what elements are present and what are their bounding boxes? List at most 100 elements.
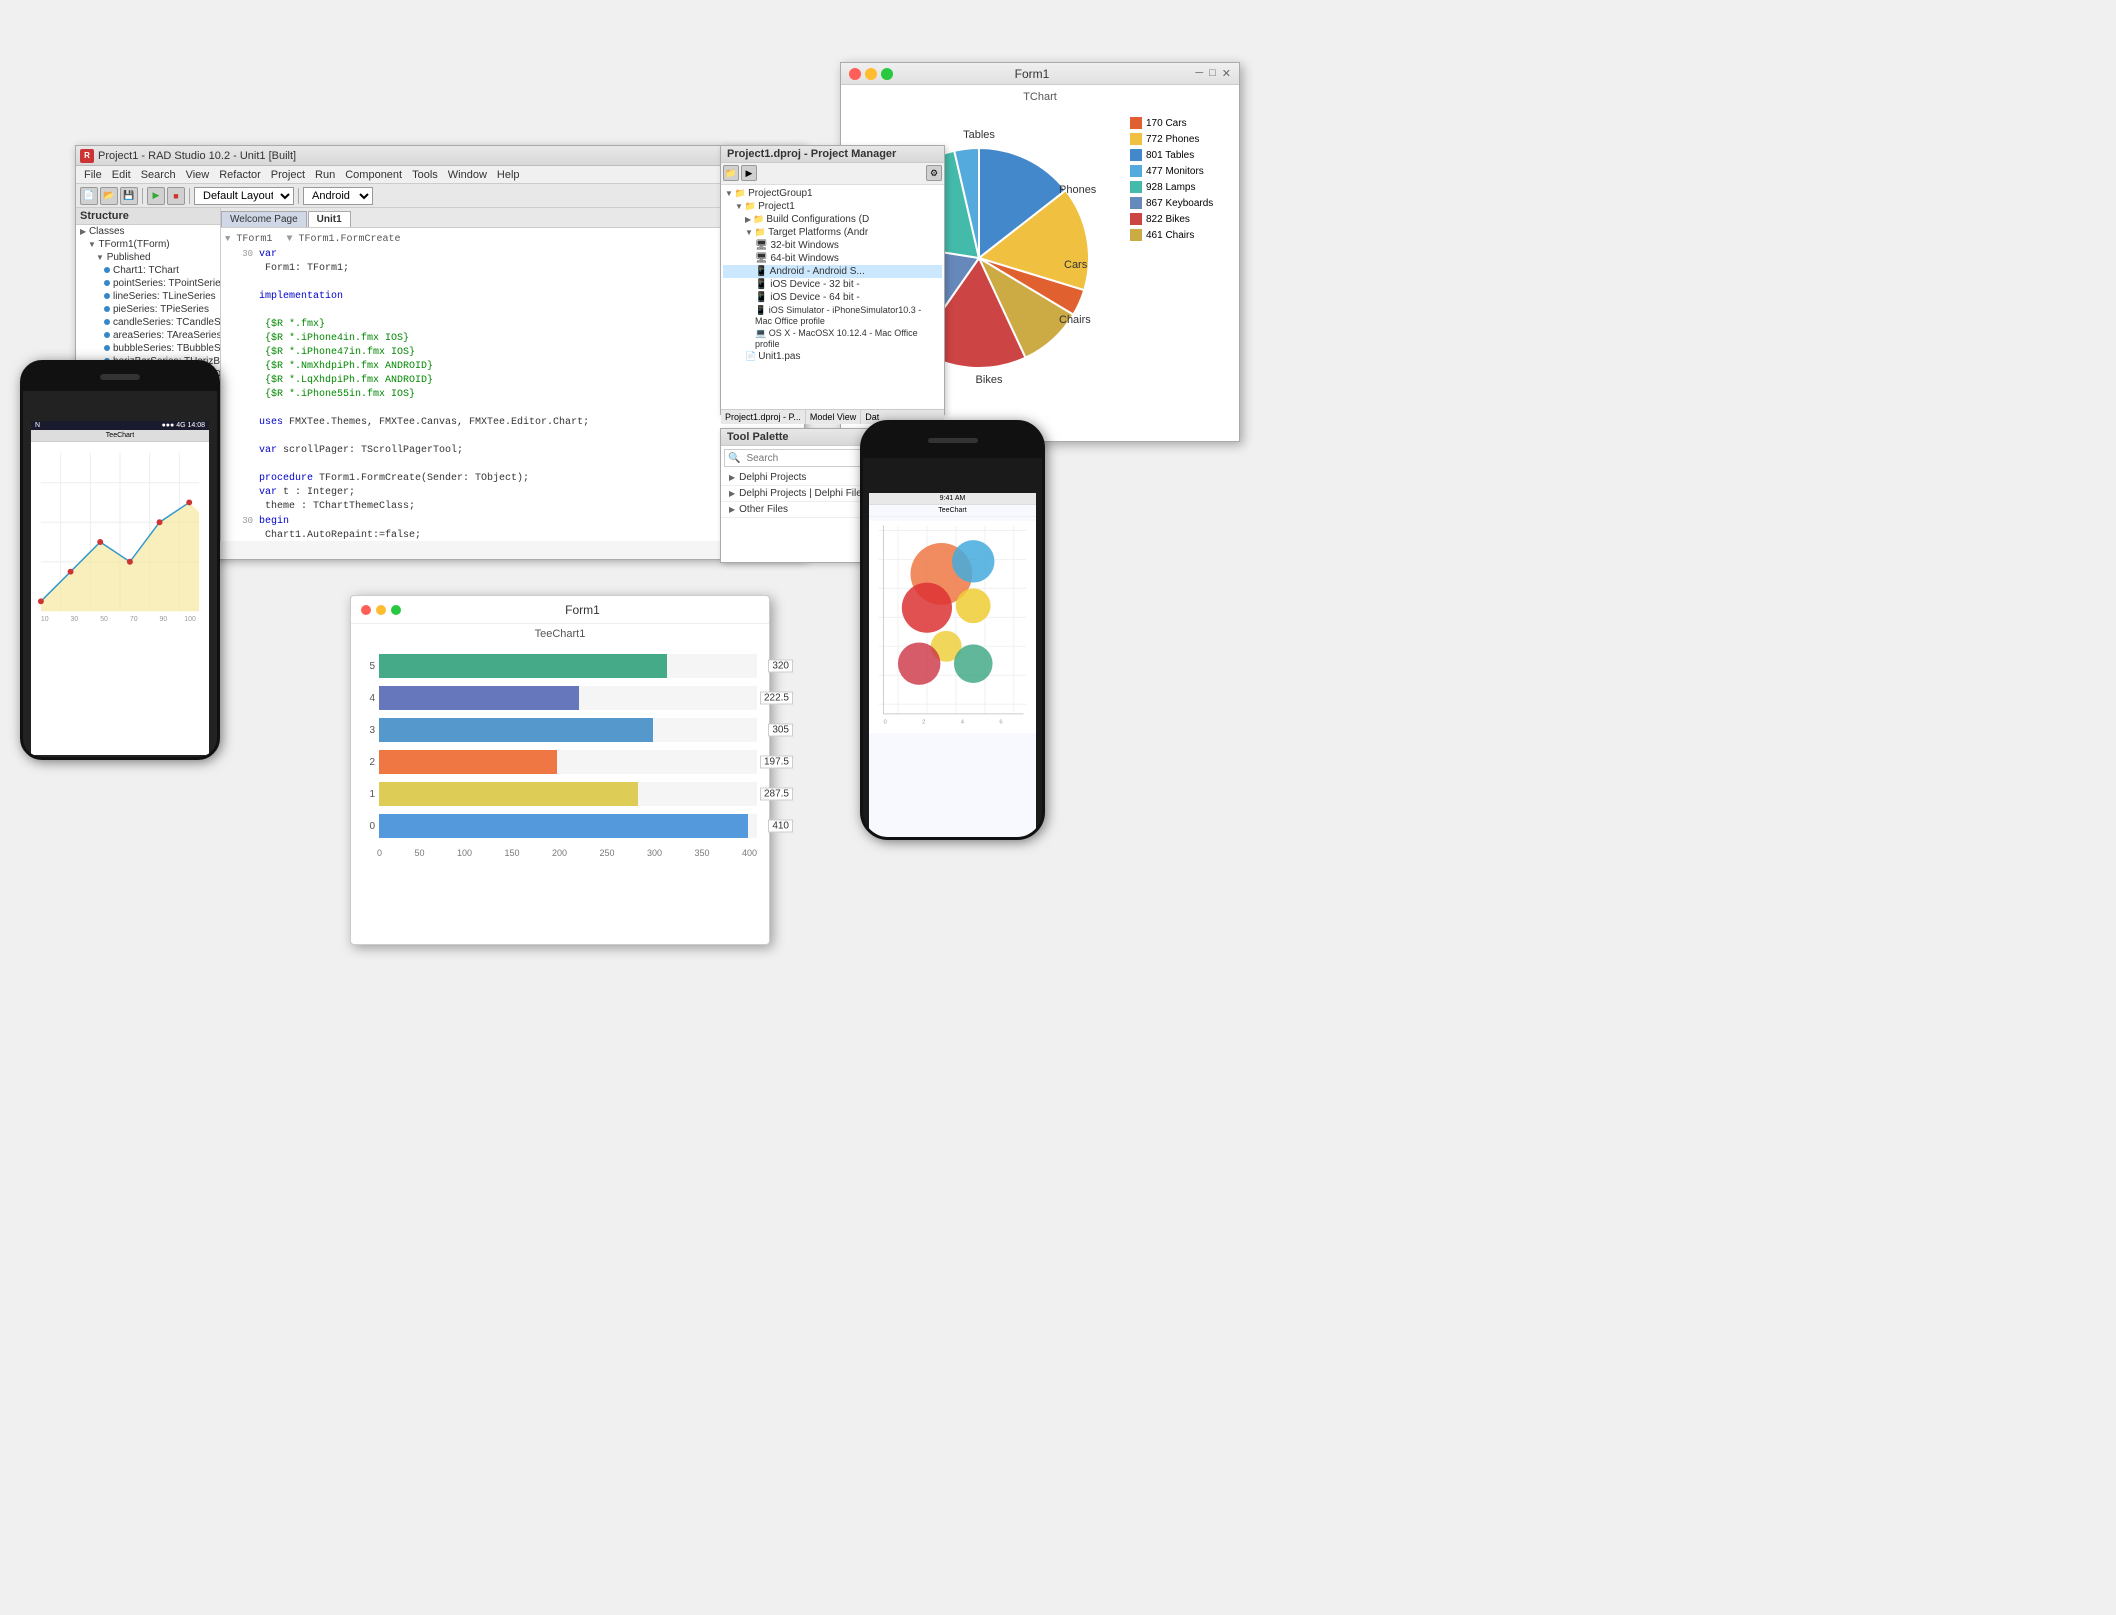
axis-400: 400 <box>742 848 757 858</box>
svg-text:50: 50 <box>100 616 108 623</box>
menu-help[interactable]: Help <box>493 169 524 181</box>
menu-component[interactable]: Component <box>341 169 406 181</box>
pm-item-win32[interactable]: 🖥 32-bit Windows <box>723 239 942 252</box>
phone-signal: ●●● 4G 14:08 <box>162 422 205 429</box>
toolbar-open[interactable]: 📂 <box>100 187 118 205</box>
legend-item-lamps: 928 Lamps <box>1130 181 1227 193</box>
pm-item-0[interactable]: ▼📁 ProjectGroup1 <box>723 187 942 200</box>
structure-header: Structure <box>76 208 220 225</box>
pie-win-min-icon[interactable]: ─ <box>1195 67 1203 80</box>
menu-search[interactable]: Search <box>137 169 180 181</box>
pie-label-phones: Phones <box>1059 184 1097 196</box>
code-line-18: var t : Integer; <box>225 486 800 500</box>
code-line-6: {$R *.fmx} <box>225 318 800 332</box>
pm-item-ios32[interactable]: 📱 iOS Device - 32 bit - <box>723 278 942 291</box>
legend-color <box>1130 213 1142 225</box>
phone-right-status: 9:41 AM <box>940 495 966 502</box>
minimize-button[interactable] <box>865 68 877 80</box>
pm-item-2[interactable]: ▶📁 Build Configurations (D <box>723 213 942 226</box>
phone-screen-left: N ●●● 4G 14:08 TeeChart <box>31 421 209 755</box>
bar-close-btn[interactable] <box>361 605 371 615</box>
code-line-4: implementation <box>225 290 800 304</box>
tree-classes: ▶ Classes <box>76 225 220 238</box>
maximize-button[interactable] <box>881 68 893 80</box>
legend-label: 772 Phones <box>1146 134 1199 145</box>
code-line-21: Chart1.AutoRepaint:=false; <box>225 529 800 541</box>
legend-label: 822 Bikes <box>1146 214 1190 225</box>
bar-track: 197.5 <box>379 750 757 774</box>
tree-areaseries[interactable]: areaSeries: TAreaSeries <box>76 329 220 342</box>
bar-track: 410 <box>379 814 757 838</box>
pm-title-text: Project1.dproj - Project Manager <box>727 148 896 160</box>
menu-run[interactable]: Run <box>311 169 339 181</box>
phone-tab-bar: TeeChart <box>31 430 209 442</box>
ide-toolbar: 📄 📂 💾 ▶ ■ Default Layout Android <box>76 184 804 208</box>
tree-pieseries[interactable]: pieSeries: TPieSeries <box>76 303 220 316</box>
bar-max-btn[interactable] <box>391 605 401 615</box>
tree-published[interactable]: ▼ Published <box>76 251 220 264</box>
phone-speaker <box>100 374 140 380</box>
svg-text:100: 100 <box>184 616 196 623</box>
phone-chart-tab[interactable]: TeeChart <box>106 432 134 439</box>
code-line-8: {$R *.iPhone47in.fmx IOS} <box>225 346 800 360</box>
menu-edit[interactable]: Edit <box>108 169 135 181</box>
layout-dropdown[interactable]: Default Layout <box>194 187 294 205</box>
close-button[interactable] <box>849 68 861 80</box>
tab-unit1[interactable]: Unit1 <box>308 211 351 227</box>
pie-win-close-icon[interactable]: ✕ <box>1222 67 1231 80</box>
code-editor[interactable]: ▼TForm1 ▼ TForm1.FormCreate 30var Form1:… <box>221 228 804 541</box>
pie-window-title: Form1 <box>893 67 1171 81</box>
toolbar-save[interactable]: 💾 <box>120 187 138 205</box>
legend-item-keyboards: 867 Keyboards <box>1130 197 1227 209</box>
code-line-9: {$R *.NmXhdpiPh.fmx ANDROID} <box>225 360 800 374</box>
pm-item-unit1[interactable]: 📄 Unit1.pas <box>723 350 942 363</box>
bar-fill <box>379 814 748 838</box>
menu-refactor[interactable]: Refactor <box>215 169 265 181</box>
menu-window[interactable]: Window <box>444 169 491 181</box>
toolbar-stop[interactable]: ■ <box>167 187 185 205</box>
pie-label-tables: Tables <box>963 129 995 141</box>
toolbar-new[interactable]: 📄 <box>80 187 98 205</box>
pm-tab2[interactable]: Model View <box>806 410 861 424</box>
code-line-11: {$R *.iPhone55in.fmx IOS} <box>225 388 800 402</box>
pm-item-osx[interactable]: 💻 OS X - MacOSX 10.12.4 - Mac Office pro… <box>723 327 942 350</box>
platform-dropdown[interactable]: Android <box>303 187 373 205</box>
pm-tree: ▼📁 ProjectGroup1 ▼📁 Project1 ▶📁 Build Co… <box>721 185 944 409</box>
menu-view[interactable]: View <box>182 169 214 181</box>
tree-chart1[interactable]: Chart1: TChart <box>76 264 220 277</box>
pm-item-ios-sim[interactable]: 📱 iOS Simulator - iPhoneSimulator10.3 - … <box>723 304 942 327</box>
bar-track: 305 <box>379 718 757 742</box>
phone-right: 9:41 AM TeeChart <box>860 420 1045 840</box>
tree-tform1[interactable]: ▼ TForm1(TForm) <box>76 238 220 251</box>
menu-project[interactable]: Project <box>267 169 309 181</box>
bar-min-btn[interactable] <box>376 605 386 615</box>
tree-bubbleseries[interactable]: bubbleSeries: TBubbleSeries <box>76 342 220 355</box>
legend-color <box>1130 149 1142 161</box>
pm-toolbar-btn3[interactable]: ⚙ <box>926 165 942 181</box>
axis-300: 300 <box>647 848 662 858</box>
menu-file[interactable]: File <box>80 169 106 181</box>
legend-item-chairs: 461 Chairs <box>1130 229 1227 241</box>
pie-chart-title: TChart <box>841 91 1239 103</box>
tab-welcome[interactable]: Welcome Page <box>221 211 307 227</box>
bar-value: 320 <box>768 660 793 673</box>
pm-item-3[interactable]: ▼📁 Target Platforms (Andr <box>723 226 942 239</box>
bar-chart-area: 5 320 4 222.5 3 305 2 197.5 1 287.5 0 <box>351 644 769 848</box>
tree-pointseries[interactable]: pointSeries: TPointSeries <box>76 277 220 290</box>
bar-value: 410 <box>768 820 793 833</box>
pm-item-1[interactable]: ▼📁 Project1 <box>723 200 942 213</box>
tree-candleseries[interactable]: candleSeries: TCandleSeries <box>76 316 220 329</box>
pm-item-ios64[interactable]: 📱 iOS Device - 64 bit - <box>723 291 942 304</box>
menu-tools[interactable]: Tools <box>408 169 442 181</box>
toolbar-run[interactable]: ▶ <box>147 187 165 205</box>
tree-lineseries[interactable]: lineSeries: TLineSeries <box>76 290 220 303</box>
pm-item-android[interactable]: 📱 Android - Android S... <box>723 265 942 278</box>
code-line-20: 30begin <box>225 514 800 529</box>
pm-toolbar-btn2[interactable]: ▶ <box>741 165 757 181</box>
pm-title: Project1.dproj - Project Manager <box>721 146 944 163</box>
pm-item-win64[interactable]: 🖥 64-bit Windows <box>723 252 942 265</box>
pm-toolbar-btn1[interactable]: 📁 <box>723 165 739 181</box>
pie-win-max-icon[interactable]: □ <box>1209 67 1216 80</box>
toolbar-sep2 <box>189 188 190 204</box>
pm-tab1[interactable]: Project1.dproj - P... <box>721 410 806 424</box>
